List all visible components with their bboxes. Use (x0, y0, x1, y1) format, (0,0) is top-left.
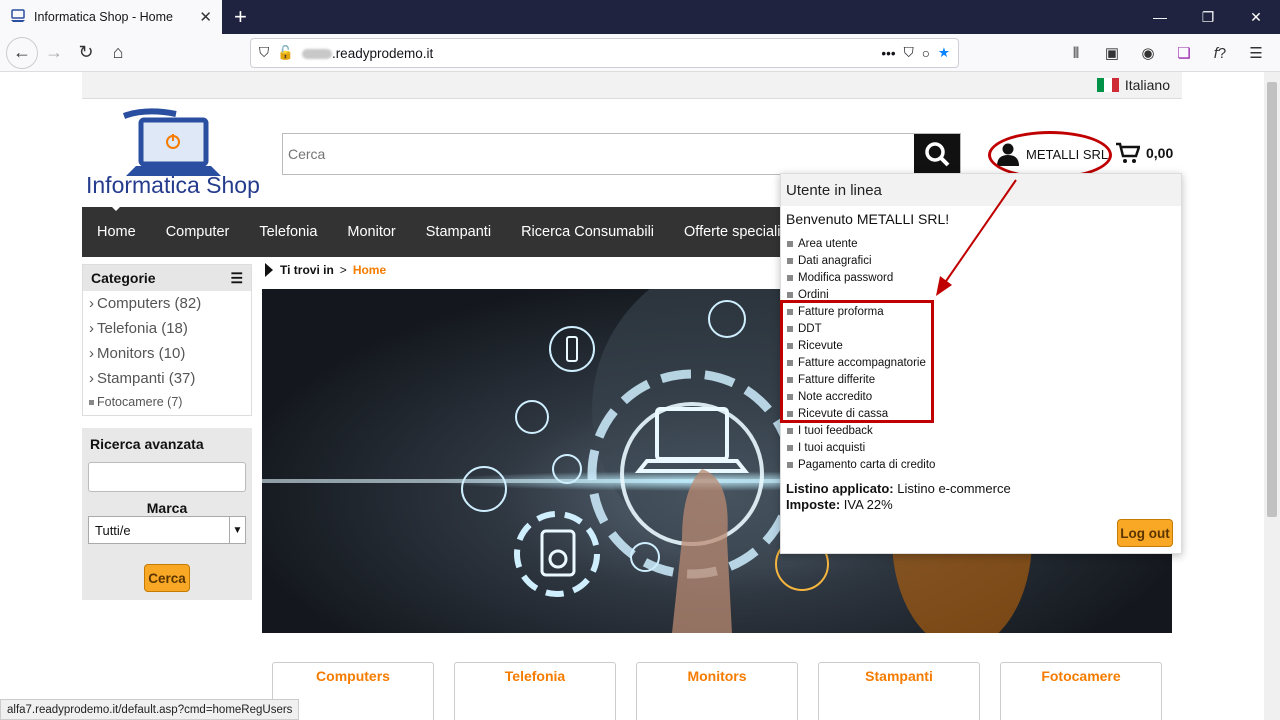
tab-title: Informatica Shop - Home (34, 10, 173, 24)
browser-tabbar: Informatica Shop - Home ✕ + — ❐ ✕ (0, 0, 1280, 34)
user-menu-item-pagamento-carta[interactable]: Pagamento carta di credito (787, 456, 1181, 473)
bullet-icon (787, 274, 793, 281)
annotation-highlight-box (780, 300, 934, 423)
bullet-icon (89, 399, 94, 405)
menu-item-computer[interactable]: Computer (151, 224, 245, 240)
triangle-right-icon (265, 263, 273, 277)
account-icon[interactable]: ◉ (1132, 38, 1164, 68)
category-card-monitors[interactable]: Monitors (636, 662, 798, 720)
reload-icon[interactable]: ↻ (70, 37, 102, 69)
advanced-search-button[interactable]: Cerca (144, 564, 190, 592)
search-bar (282, 133, 961, 175)
url-text[interactable]: .readyprodemo.it (301, 46, 873, 61)
window-controls: — ❐ ✕ (1136, 0, 1280, 34)
redacted-subdomain (301, 48, 332, 59)
user-menu-item-feedback[interactable]: I tuoi feedback (787, 422, 1181, 439)
scrollbar-thumb[interactable] (1267, 82, 1277, 517)
hamburger-menu-icon[interactable]: ☰ (1240, 38, 1272, 68)
menu-item-home[interactable]: Home (82, 206, 151, 240)
breadcrumb: Ti trovi in > Home (264, 263, 386, 277)
logo-text[interactable]: Informatica Shop (86, 172, 260, 199)
language-label: Italiano (1124, 77, 1170, 93)
browser-toolbar-right: ⫴ ▣ ◉ ❏ f? ☰ (1060, 38, 1272, 68)
restore-icon[interactable]: ❐ (1184, 0, 1232, 34)
list-icon[interactable]: ☰ (230, 270, 243, 287)
category-item[interactable]: › Computers (82) (83, 291, 251, 316)
menu-item-monitor[interactable]: Monitor (332, 224, 410, 240)
pocket-icon[interactable]: ⛉ (904, 45, 914, 61)
bullet-icon (787, 461, 793, 468)
function-icon[interactable]: f? (1204, 38, 1236, 68)
insecure-lock-icon[interactable]: 🔓 (277, 45, 294, 61)
cart-total: 0,00 (1146, 145, 1174, 161)
extension-icon[interactable]: ❏ (1168, 38, 1200, 68)
advanced-search-panel: Ricerca avanzata Marca Tutti/e ▼ Cerca (82, 428, 252, 600)
home-icon[interactable]: ⌂ (102, 37, 134, 69)
page-actions-icon[interactable]: ••• (881, 46, 895, 61)
language-bar: Italiano (82, 72, 1182, 99)
search-icon (925, 142, 950, 167)
category-card-telefonia[interactable]: Telefonia (454, 662, 616, 720)
shield-icon[interactable]: ⛉ (259, 45, 269, 61)
search-input[interactable] (283, 134, 914, 174)
language-selector[interactable]: Italiano (1096, 77, 1170, 93)
menu-item-ricerca-consumabili[interactable]: Ricerca Consumabili (506, 224, 669, 240)
tab-close-icon[interactable]: ✕ (199, 8, 212, 26)
bookmark-star-icon[interactable]: ★ (938, 45, 950, 61)
category-item[interactable]: Fotocamere (7) (83, 391, 251, 413)
category-item[interactable]: › Telefonia (18) (83, 316, 251, 341)
bullet-icon (787, 240, 793, 247)
web-page: Italiano Informatica Shop METALLI SRL 0,… (0, 72, 1280, 720)
bullet-icon (787, 291, 793, 298)
brand-select[interactable]: Tutti/e ▼ (88, 516, 246, 544)
site-favicon-icon (10, 8, 26, 26)
menu-item-telefonia[interactable]: Telefonia (244, 224, 332, 240)
menu-item-stampanti[interactable]: Stampanti (411, 224, 506, 240)
chevron-down-icon: ▼ (229, 517, 245, 543)
back-icon[interactable]: ← (6, 36, 38, 69)
status-bar-url: alfa7.readyprodemo.it/default.asp?cmd=ho… (0, 699, 300, 720)
bullet-icon (787, 257, 793, 264)
category-item[interactable]: › Monitors (10) (83, 341, 251, 366)
browser-navbar: ← → ↻ ⌂ ⛉ 🔓 .readyprodemo.it ••• ⛉ ○ ★ ⫴… (0, 34, 1280, 72)
account-info: Listino applicato: Listino e-commerce Im… (786, 481, 1011, 512)
advanced-search-title: Ricerca avanzata (90, 436, 204, 452)
cart-button[interactable]: 0,00 (1116, 142, 1173, 164)
search-button[interactable] (914, 134, 960, 174)
categories-panel: Categorie ☰ › Computers (82) › Telefonia… (82, 264, 252, 416)
brand-label: Marca (146, 500, 188, 516)
category-card-fotocamere[interactable]: Fotocamere (1000, 662, 1162, 720)
categories-title: Categorie (91, 270, 156, 286)
url-bar[interactable]: ⛉ 🔓 .readyprodemo.it ••• ⛉ ○ ★ (250, 38, 959, 68)
browser-tab[interactable]: Informatica Shop - Home ✕ (0, 0, 222, 34)
bullet-icon (787, 444, 793, 451)
logout-button[interactable]: Log out (1117, 519, 1173, 547)
breadcrumb-home[interactable]: Home (353, 263, 386, 277)
minimize-icon[interactable]: — (1136, 0, 1184, 34)
bullet-icon (787, 427, 793, 434)
cart-icon (1116, 142, 1140, 163)
categories-header: Categorie ☰ (83, 265, 251, 291)
new-tab-icon[interactable]: + (234, 6, 247, 28)
lightbulb-icon[interactable]: ○ (922, 46, 930, 61)
category-card-stampanti[interactable]: Stampanti (818, 662, 980, 720)
library-icon[interactable]: ⫴ (1060, 38, 1092, 68)
italy-flag-icon (1096, 78, 1119, 92)
user-menu-item-acquisti[interactable]: I tuoi acquisti (787, 439, 1181, 456)
advanced-search-input[interactable] (88, 462, 246, 492)
category-item[interactable]: › Stampanti (37) (83, 366, 251, 391)
menu-item-offerte-speciali[interactable]: Offerte speciali (669, 224, 795, 240)
forward-icon[interactable]: → (38, 37, 70, 69)
window-close-icon[interactable]: ✕ (1232, 0, 1280, 34)
annotation-arrow-icon (936, 179, 1017, 296)
sidebar-icon[interactable]: ▣ (1096, 38, 1128, 68)
page-scrollbar[interactable] (1264, 72, 1280, 720)
